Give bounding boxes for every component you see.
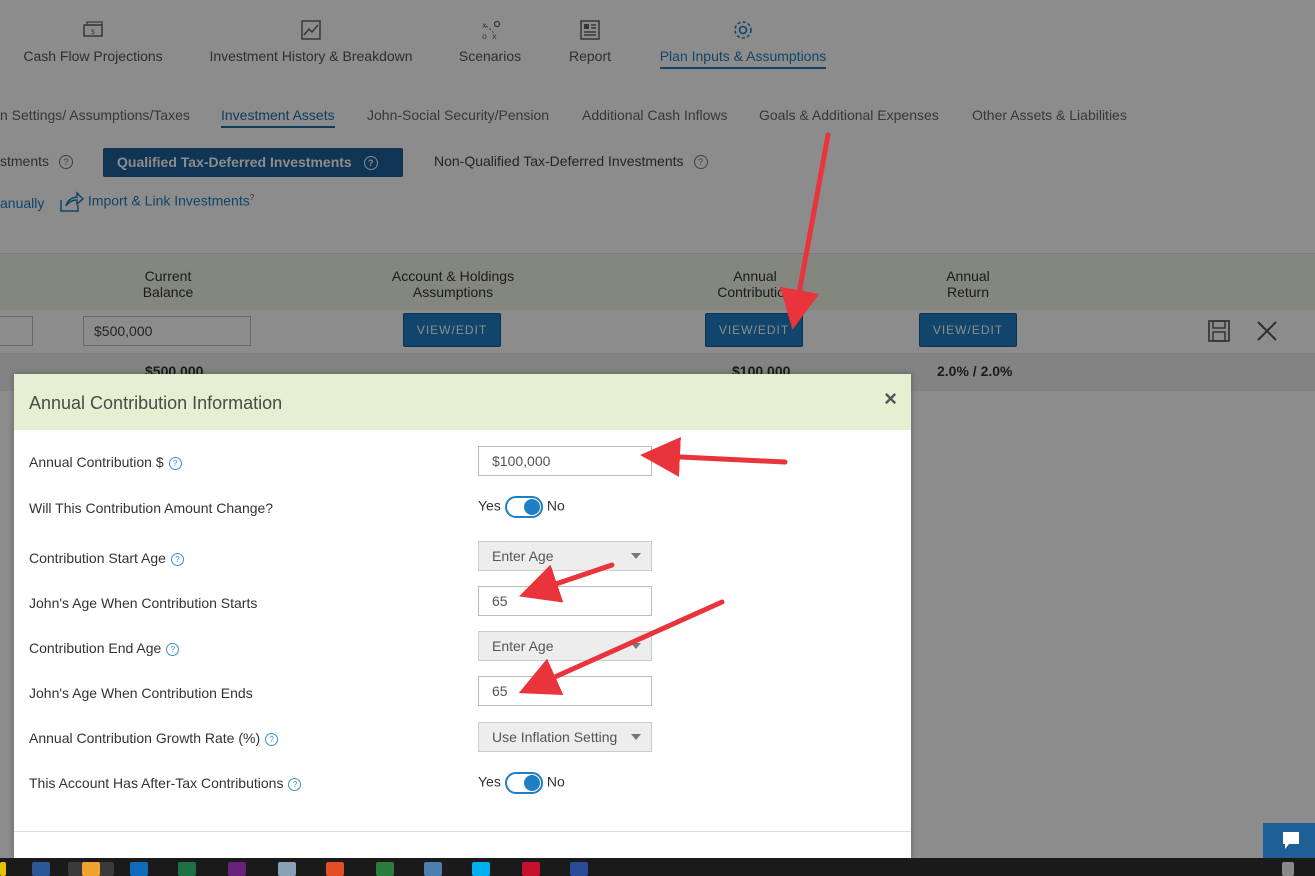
john-end-age-input[interactable]: 65 xyxy=(478,676,652,706)
after-tax-label: This Account Has After-Tax Contributions… xyxy=(29,775,302,791)
word-icon[interactable] xyxy=(32,862,50,876)
modal-header: Annual Contribution Information × xyxy=(14,374,911,430)
pinned-app-icon[interactable] xyxy=(424,862,442,876)
pinned-app-icon[interactable] xyxy=(522,862,540,876)
label-text: Annual Contribution Growth Rate (%) xyxy=(29,730,261,746)
growth-rate-select[interactable]: Use Inflation Setting xyxy=(478,722,652,752)
help-icon[interactable]: ? xyxy=(288,777,302,791)
explorer-icon[interactable] xyxy=(0,862,6,876)
start-age-label: Contribution Start Age? xyxy=(29,550,184,566)
end-age-select[interactable]: Enter Age xyxy=(478,631,652,661)
chevron-down-icon xyxy=(631,643,641,649)
chat-icon xyxy=(1283,832,1299,849)
pinned-app-icon[interactable] xyxy=(82,862,100,876)
help-icon[interactable]: ? xyxy=(168,456,182,470)
end-age-label: Contribution End Age? xyxy=(29,640,180,656)
label-text: Annual Contribution $ xyxy=(29,454,164,470)
start-age-select[interactable]: Enter Age xyxy=(478,541,652,571)
toggle-knob xyxy=(523,499,540,515)
help-icon[interactable]: ? xyxy=(166,642,180,656)
toggle-yes-label: Yes xyxy=(478,773,501,790)
john-end-age-label: John's Age When Contribution Ends xyxy=(29,685,253,701)
modal-close-button[interactable]: × xyxy=(884,386,897,412)
after-tax-toggle[interactable]: Yes No xyxy=(478,772,565,794)
visual-studio-icon[interactable] xyxy=(228,862,246,876)
excel-icon[interactable] xyxy=(178,862,196,876)
chat-button[interactable] xyxy=(1263,823,1315,858)
label-text: Contribution Start Age xyxy=(29,550,166,566)
modal-footer-divider xyxy=(14,831,911,832)
annual-contribution-label: Annual Contribution $? xyxy=(29,454,182,470)
pinned-app-icon[interactable] xyxy=(278,862,296,876)
toggle-switch[interactable] xyxy=(504,772,543,794)
system-tray-icon[interactable] xyxy=(1282,862,1294,876)
contribution-change-toggle[interactable]: Yes No xyxy=(478,496,565,518)
annual-contribution-modal: Annual Contribution Information × Annual… xyxy=(14,374,911,858)
help-icon[interactable]: ? xyxy=(265,732,279,746)
select-value: Enter Age xyxy=(492,638,554,654)
os-taskbar xyxy=(0,858,1315,876)
modal-title: Annual Contribution Information xyxy=(29,393,283,413)
outlook-icon[interactable] xyxy=(130,862,148,876)
select-value: Use Inflation Setting xyxy=(492,729,618,745)
skype-icon[interactable] xyxy=(472,862,490,876)
toggle-switch[interactable] xyxy=(504,496,543,518)
john-start-age-label: John's Age When Contribution Starts xyxy=(29,595,258,611)
help-icon[interactable]: ? xyxy=(170,552,184,566)
annual-contribution-input[interactable]: $100,000 xyxy=(478,446,652,476)
contribution-change-label: Will This Contribution Amount Change? xyxy=(29,500,274,516)
pinned-app-icon[interactable] xyxy=(376,862,394,876)
toggle-yes-label: Yes xyxy=(478,497,501,514)
label-text: This Account Has After-Tax Contributions xyxy=(29,775,284,791)
html5-icon[interactable] xyxy=(326,862,344,876)
john-start-age-input[interactable]: 65 xyxy=(478,586,652,616)
label-text: Contribution End Age xyxy=(29,640,162,656)
pinned-app-icon[interactable] xyxy=(570,862,588,876)
toggle-knob xyxy=(523,775,540,791)
toggle-no-label: No xyxy=(546,773,565,790)
chevron-down-icon xyxy=(631,734,641,740)
toggle-no-label: No xyxy=(546,497,565,514)
select-value: Enter Age xyxy=(492,548,554,564)
chevron-down-icon xyxy=(631,553,641,559)
growth-rate-label: Annual Contribution Growth Rate (%)? xyxy=(29,730,279,746)
